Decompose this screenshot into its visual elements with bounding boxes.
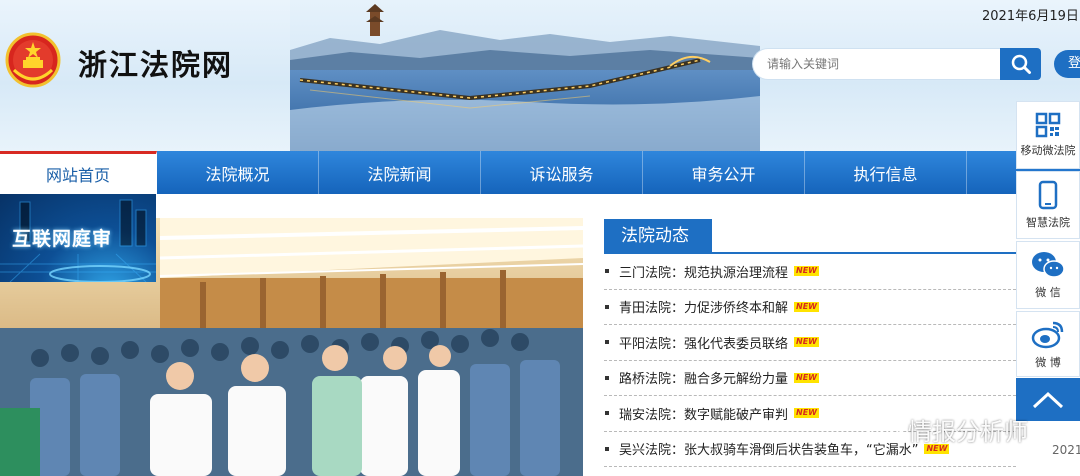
news-item-title[interactable]: 瑞安法院：数字赋能破产审判 bbox=[619, 404, 788, 423]
login-button[interactable]: 登录 bbox=[1054, 50, 1080, 78]
news-list-item[interactable]: 三门法院：规范执源治理流程 NEW bbox=[604, 254, 1016, 290]
new-badge: NEW bbox=[794, 408, 819, 419]
nav-court-overview[interactable]: 法院概况 bbox=[157, 151, 319, 194]
search-input[interactable] bbox=[753, 49, 993, 79]
main-nav: 网站首页 法院概况 法院新闻 诉讼服务 审务公开 执行信息 bbox=[0, 151, 1080, 194]
sidebar-item-weibo[interactable]: 微 博 bbox=[1016, 311, 1080, 377]
sidebar-item-label: 智慧法院 bbox=[1026, 216, 1070, 229]
internet-court-panel[interactable]: 互联网庭审 bbox=[0, 194, 156, 282]
sidebar-item-wechat[interactable]: 微 信 bbox=[1016, 241, 1080, 309]
nav-home[interactable]: 网站首页 bbox=[0, 151, 157, 194]
nav-court-news[interactable]: 法院新闻 bbox=[319, 151, 481, 194]
sidebar-item-label: 微 信 bbox=[1035, 286, 1061, 299]
mobile-phone-icon bbox=[1038, 180, 1058, 210]
news-list-item[interactable]: 路桥法院：融合多元解纷力量 NEW bbox=[604, 361, 1016, 396]
news-item-title[interactable]: 青田法院：力促涉侨终本和解 bbox=[619, 297, 788, 316]
internet-court-title: 互联网庭审 bbox=[12, 228, 113, 250]
bullet-icon bbox=[605, 304, 609, 309]
sidebar-item-mobile-micro-court[interactable]: 移动微法院 bbox=[1016, 101, 1080, 169]
bullet-icon bbox=[605, 340, 609, 345]
new-badge: NEW bbox=[794, 337, 819, 348]
watermark: 情报分析师 bbox=[866, 412, 1028, 447]
new-badge: NEW bbox=[794, 266, 819, 277]
nav-enforcement-info[interactable]: 执行信息 bbox=[805, 151, 967, 194]
news-list-item[interactable]: 青田法院：力促涉侨终本和解 NEW bbox=[604, 290, 1016, 325]
national-emblem-icon bbox=[5, 32, 61, 88]
bullet-icon bbox=[605, 375, 609, 380]
sidebar-item-label: 微 博 bbox=[1035, 356, 1061, 369]
current-date: 2021年6月19日 bbox=[982, 9, 1079, 24]
header-banner: 浙江法院网 2021年6月19日 登录 bbox=[0, 0, 1080, 151]
bullet-icon bbox=[605, 269, 609, 274]
page-root: { "header": { "site_title": "浙江法院网", "da… bbox=[0, 0, 1080, 476]
news-list-item[interactable]: 平阳法院：强化代表委员联络 NEW bbox=[604, 325, 1016, 361]
weibo-icon bbox=[1031, 321, 1064, 349]
bullet-icon bbox=[605, 411, 609, 416]
news-section-title[interactable]: 法院动态 bbox=[604, 219, 712, 254]
wechat-outline-icon bbox=[867, 416, 902, 443]
new-badge: NEW bbox=[794, 301, 819, 312]
search-button[interactable] bbox=[1000, 48, 1041, 80]
west-lake-scenery-image bbox=[290, 0, 760, 151]
sidebar-item-smart-court[interactable]: 智慧法院 bbox=[1016, 171, 1080, 239]
chevron-up-icon bbox=[1032, 391, 1064, 408]
search-icon bbox=[1011, 54, 1031, 74]
new-badge: NEW bbox=[794, 372, 819, 383]
sidebar-item-label: 移动微法院 bbox=[1020, 144, 1076, 157]
site-title: 浙江法院网 bbox=[78, 48, 234, 82]
watermark-text: 情报分析师 bbox=[908, 418, 1028, 446]
wechat-icon bbox=[1032, 252, 1065, 278]
nav-judicial-affairs[interactable]: 审务公开 bbox=[643, 151, 805, 194]
search-box bbox=[752, 48, 1002, 80]
news-item-title[interactable]: 路桥法院：融合多元解纷力量 bbox=[619, 368, 788, 387]
qr-code-icon bbox=[1035, 112, 1061, 138]
footer-year-fragment: 2021 bbox=[1052, 443, 1080, 457]
news-item-title[interactable]: 三门法院：规范执源治理流程 bbox=[619, 262, 788, 281]
news-item-title[interactable]: 平阳法院：强化代表委员联络 bbox=[619, 333, 788, 352]
bullet-icon bbox=[605, 446, 609, 451]
nav-litigation-services[interactable]: 诉讼服务 bbox=[481, 151, 643, 194]
